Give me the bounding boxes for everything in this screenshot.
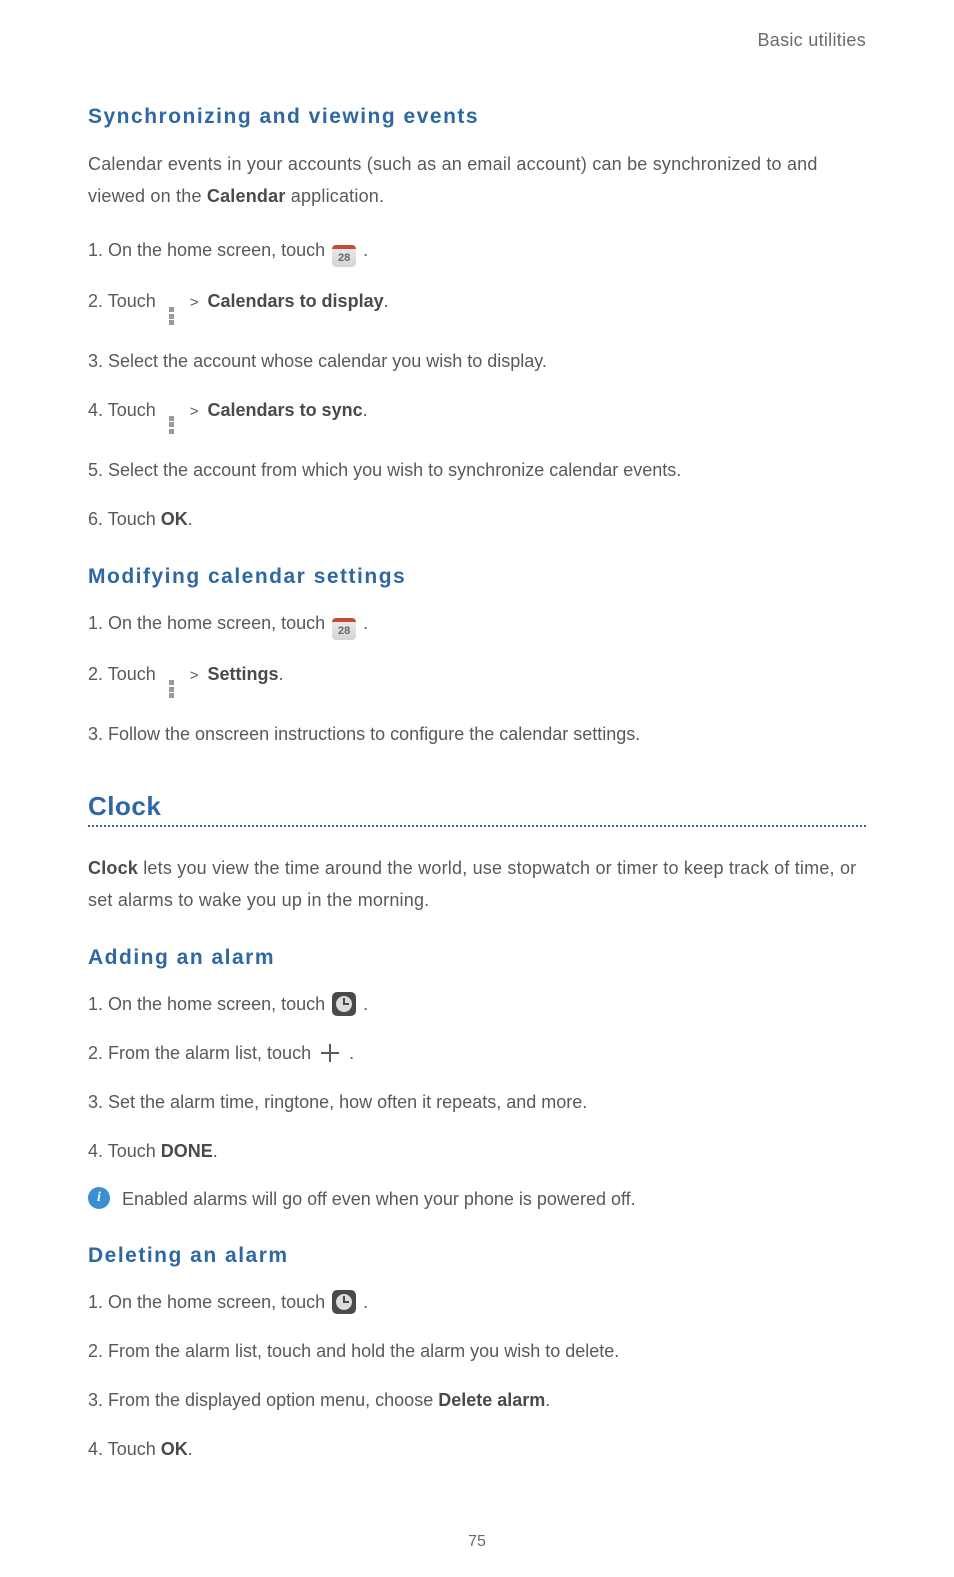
sync-intro: Calendar events in your accounts (such a… [88,149,866,212]
step-text: 1. On the home screen, touch [88,613,330,633]
step-suffix: . [188,509,193,529]
step-text: 6. Touch [88,509,161,529]
overflow-menu-icon [167,414,177,436]
step-text: 2. Touch [88,291,161,311]
sync-events-section: Synchronizing and viewing events Calenda… [88,105,866,533]
step-text: 4. Touch [88,400,161,420]
step-text: 1. On the home screen, touch [88,240,330,260]
sync-intro-bold: Calendar [207,186,286,206]
sync-heading: Synchronizing and viewing events [88,105,866,129]
sync-step-4: 4. Touch > Calendars to sync. [88,396,866,436]
del-step-2: 2. From the alarm list, touch and hold t… [88,1337,866,1366]
modify-settings-section: Modifying calendar settings 1. On the ho… [88,565,866,749]
step-bold: DONE [161,1141,213,1161]
dotted-divider [88,825,866,827]
info-icon: i [88,1187,110,1209]
add-alarm-heading: Adding an alarm [88,946,866,970]
del-step-4: 4. Touch OK. [88,1435,866,1464]
step-suffix: . [363,994,368,1014]
step-suffix: . [363,613,368,633]
sync-step-2: 2. Touch > Calendars to display. [88,287,866,327]
info-note: i Enabled alarms will go off even when y… [88,1185,866,1214]
step-suffix: . [363,1292,368,1312]
plus-icon [320,1043,340,1063]
step-text: 1. On the home screen, touch [88,994,330,1014]
overflow-menu-icon [167,678,177,700]
del-step-3: 3. From the displayed option menu, choos… [88,1386,866,1415]
step-suffix: . [188,1439,193,1459]
modify-step-2: 2. Touch > Settings. [88,660,866,700]
step-bold: Delete alarm [438,1390,545,1410]
step-bold: Calendars to display [208,291,384,311]
add-step-4: 4. Touch DONE. [88,1137,866,1166]
delete-alarm-heading: Deleting an alarm [88,1244,866,1268]
add-step-1: 1. On the home screen, touch . [88,990,866,1019]
step-text: 4. Touch [88,1439,161,1459]
step-text: 2. From the alarm list, touch [88,1043,316,1063]
step-text: 3. From the displayed option menu, choos… [88,1390,438,1410]
chevron-right-text: > [190,403,199,420]
step-text: 4. Touch [88,1141,161,1161]
modify-step-3: 3. Follow the onscreen instructions to c… [88,720,866,749]
page-number: 75 [0,1533,954,1551]
del-step-1: 1. On the home screen, touch . [88,1288,866,1317]
step-suffix: . [384,291,389,311]
sync-intro-suffix: application. [286,186,385,206]
calendar-icon: 28 [332,245,356,267]
clock-intro-rest: lets you view the time around the world,… [88,858,856,910]
step-bold: OK [161,1439,188,1459]
step-bold: Settings [208,664,279,684]
clock-icon [332,1290,356,1314]
add-step-2: 2. From the alarm list, touch . [88,1039,866,1068]
chevron-right-text: > [190,667,199,684]
modify-heading: Modifying calendar settings [88,565,866,589]
step-text: 1. On the home screen, touch [88,1292,330,1312]
chevron-right-text: > [190,294,199,311]
overflow-menu-icon [167,305,177,327]
clock-title: Clock [88,791,866,822]
clock-icon [332,992,356,1016]
sync-intro-prefix: Calendar events in your accounts (such a… [88,154,818,206]
modify-step-1: 1. On the home screen, touch 28 . [88,609,866,640]
calendar-icon: 28 [332,618,356,640]
step-suffix: . [279,664,284,684]
add-step-3: 3. Set the alarm time, ringtone, how oft… [88,1088,866,1117]
step-suffix: . [363,400,368,420]
step-suffix: . [363,240,368,260]
sync-step-6: 6. Touch OK. [88,505,866,534]
step-text: 2. Touch [88,664,161,684]
sync-step-1: 1. On the home screen, touch 28 . [88,236,866,267]
clock-intro: Clock lets you view the time around the … [88,853,866,916]
step-suffix: . [349,1043,354,1063]
step-suffix: . [545,1390,550,1410]
chapter-title: Basic utilities [88,30,866,51]
step-suffix: . [213,1141,218,1161]
sync-step-3: 3. Select the account whose calendar you… [88,347,866,376]
step-bold: OK [161,509,188,529]
clock-intro-bold: Clock [88,858,138,878]
add-alarm-section: Adding an alarm 1. On the home screen, t… [88,946,866,1214]
info-text: Enabled alarms will go off even when you… [122,1185,636,1214]
step-bold: Calendars to sync [208,400,363,420]
delete-alarm-section: Deleting an alarm 1. On the home screen,… [88,1244,866,1463]
sync-step-5: 5. Select the account from which you wis… [88,456,866,485]
